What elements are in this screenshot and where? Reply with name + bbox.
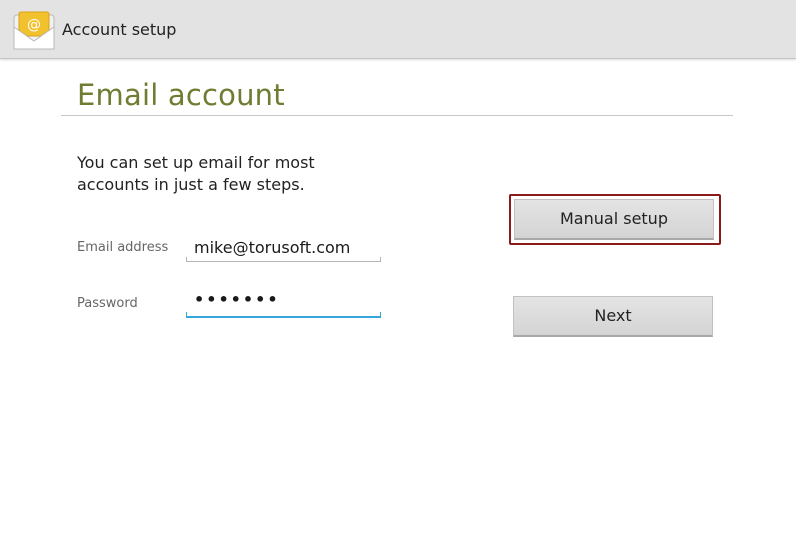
password-value: ••••••• [194,290,280,309]
password-underline-tick-left [186,312,187,318]
email-label: Email address [77,240,169,255]
page-title: Email account [77,78,285,112]
email-underline-tick-right [380,257,381,262]
password-underline-tick-right [380,312,381,318]
svg-text:@: @ [27,17,41,33]
title-divider [61,115,733,116]
email-app-icon[interactable]: @ [11,11,57,53]
app-title: Account setup [62,20,177,39]
email-underline [186,261,381,262]
password-label: Password [77,296,138,311]
next-button[interactable]: Next [513,296,713,337]
email-underline-tick-left [186,257,187,262]
password-underline [186,316,381,318]
email-field[interactable]: mike@torusoft.com [186,234,381,262]
password-field[interactable]: ••••••• [186,290,381,318]
manual-setup-button[interactable]: Manual setup [514,199,714,240]
intro-text: You can set up email for most accounts i… [77,153,315,194]
action-bar: @ Account setup [0,0,796,59]
email-value: mike@torusoft.com [194,238,351,257]
